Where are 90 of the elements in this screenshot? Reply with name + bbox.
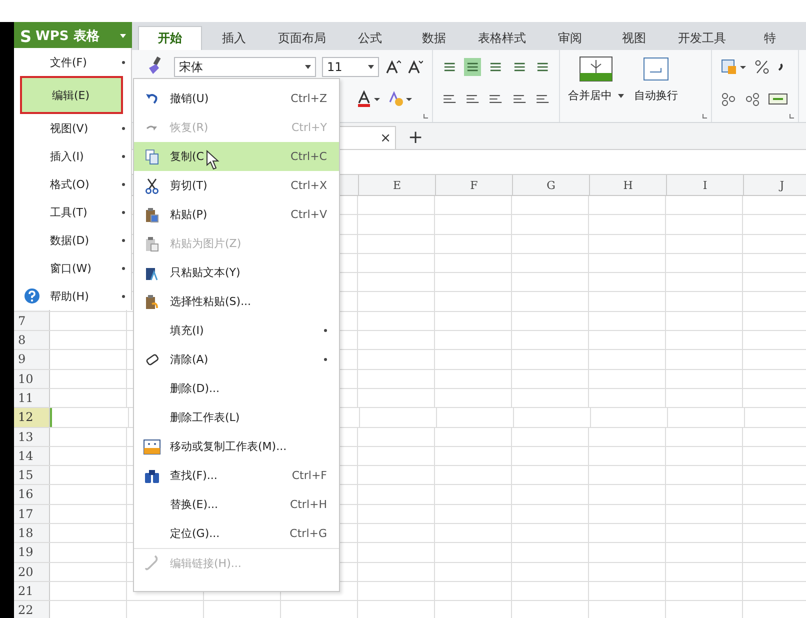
row-header[interactable]: 14 [14, 446, 50, 466]
menu-item[interactable]: 查找(F)... Ctrl+F [134, 461, 339, 490]
column-header[interactable]: E [359, 175, 436, 195]
menu-item[interactable]: 文件(F) [14, 48, 131, 76]
percent-icon[interactable] [754, 59, 770, 75]
ribbon-tab[interactable]: 插入 [202, 26, 266, 50]
ribbon-tab[interactable]: 页面布局 [266, 26, 338, 50]
wrap-text-icon [641, 56, 671, 82]
row-header[interactable]: 15 [14, 466, 50, 484]
font-size-field[interactable]: 11 [322, 57, 379, 77]
menu-item[interactable]: 帮助(H) [14, 282, 131, 310]
active-cell[interactable] [50, 408, 129, 427]
close-tab-button[interactable]: × [376, 130, 395, 146]
clipboard-icon [145, 206, 159, 222]
ribbon-tab[interactable]: 审阅 [538, 26, 602, 50]
number-format-icon[interactable] [720, 58, 748, 76]
shrink-font-icon[interactable] [407, 59, 423, 75]
ribbon-tab[interactable]: 表格样式 [466, 26, 538, 50]
undo-icon [145, 92, 159, 106]
dialog-launcher-icon[interactable] [702, 113, 708, 119]
menu-item[interactable]: 粘贴(P) Ctrl+V [134, 200, 339, 229]
row-header[interactable]: 7 [14, 312, 50, 330]
row-header[interactable]: 17 [14, 504, 50, 524]
grow-font-icon[interactable] [385, 59, 401, 75]
menu-item[interactable]: 工具(T) [14, 198, 131, 226]
menu-item[interactable]: 数据(D) [14, 226, 131, 254]
menu-item[interactable]: 剪切(T) Ctrl+X [134, 171, 339, 200]
row-header[interactable]: 18 [14, 524, 50, 542]
menu-item[interactable]: 填充(I) [134, 316, 339, 345]
clipboard-arrow-icon [145, 294, 159, 310]
increase-decimal-icon[interactable] [720, 91, 738, 107]
font-color-icon[interactable] [356, 90, 382, 108]
highlight-color-icon[interactable] [388, 90, 414, 108]
binoculars-icon [144, 468, 160, 484]
menu-item[interactable]: 只粘贴文本(Y) [134, 258, 339, 287]
row-header[interactable]: 9 [14, 350, 50, 369]
row-header[interactable]: 21 [14, 582, 50, 600]
dialog-launcher-icon[interactable] [423, 113, 429, 119]
menu-item[interactable]: 移动或复制工作表(M)... [134, 432, 339, 461]
ribbon-tab[interactable]: 数据 [402, 26, 466, 50]
scissors-icon [145, 178, 159, 194]
row-header[interactable]: 11 [14, 388, 50, 408]
new-tab-button[interactable]: + [404, 125, 428, 149]
menu-item[interactable]: 替换(E)... Ctrl+H [134, 490, 339, 519]
redo-icon [146, 124, 158, 130]
column-header[interactable]: H [590, 175, 667, 195]
menu-item[interactable]: 格式(O) [14, 170, 131, 198]
row-header[interactable]: 13 [14, 428, 50, 446]
row-header[interactable]: 10 [14, 370, 50, 388]
wrap-text-button[interactable]: 自动换行 [634, 56, 678, 103]
menu-item[interactable]: 撤销(U) Ctrl+Z [134, 84, 339, 113]
copy-icon [145, 148, 159, 164]
column-header[interactable]: J [744, 175, 806, 195]
menu-item[interactable]: 选择性粘贴(S)... [134, 287, 339, 316]
merge-center-button[interactable]: 合并居中 [568, 56, 624, 103]
ribbon-tab[interactable]: 开发工具 [666, 26, 738, 50]
link-icon [145, 555, 159, 571]
menu-item[interactable]: 插入(I) [14, 142, 131, 170]
app-menu-button[interactable]: S WPS 表格 [14, 22, 132, 50]
menu-item[interactable]: 视图(V) [14, 114, 131, 142]
menu-item[interactable]: 编辑(E) [20, 76, 123, 114]
dialog-launcher-icon[interactable] [789, 113, 795, 119]
menu-item[interactable]: 定位(G)... Ctrl+G [134, 519, 339, 548]
clipboard-icon [145, 236, 159, 252]
ribbon-tab[interactable]: 开始 [138, 26, 202, 50]
column-header[interactable]: G [513, 175, 590, 195]
align-icon[interactable] [464, 58, 482, 76]
pointer-icon [206, 150, 220, 170]
sheet-move-icon [143, 438, 161, 454]
decrease-decimal-icon[interactable] [744, 91, 762, 107]
row-header[interactable]: 16 [14, 485, 50, 504]
menu-item[interactable]: 删除(D)... [134, 374, 339, 403]
row-header[interactable]: 20 [14, 562, 50, 581]
row-header[interactable]: 12 [14, 408, 50, 427]
menu-item[interactable]: 删除工作表(L) [134, 403, 339, 432]
ribbon-tab[interactable]: 特 [738, 26, 802, 50]
help-icon [24, 288, 40, 304]
menu-item[interactable]: 复制(C Ctrl+C [134, 142, 339, 171]
number-box-icon[interactable] [768, 91, 788, 107]
menu-item[interactable]: 窗口(W) [14, 254, 131, 282]
column-header[interactable]: F [436, 175, 513, 195]
ribbon-tab[interactable]: 视图 [602, 26, 666, 50]
row-header[interactable]: 22 [14, 601, 50, 618]
row-header[interactable]: 8 [14, 331, 50, 350]
font-name-field[interactable]: 宋体 [174, 57, 316, 77]
column-header[interactable]: I [667, 175, 744, 195]
ribbon-tab[interactable]: 公式 [338, 26, 402, 50]
menu-item[interactable]: 清除(A) [134, 345, 339, 374]
merge-cells-icon [579, 56, 613, 82]
row-header[interactable]: 19 [14, 543, 50, 562]
